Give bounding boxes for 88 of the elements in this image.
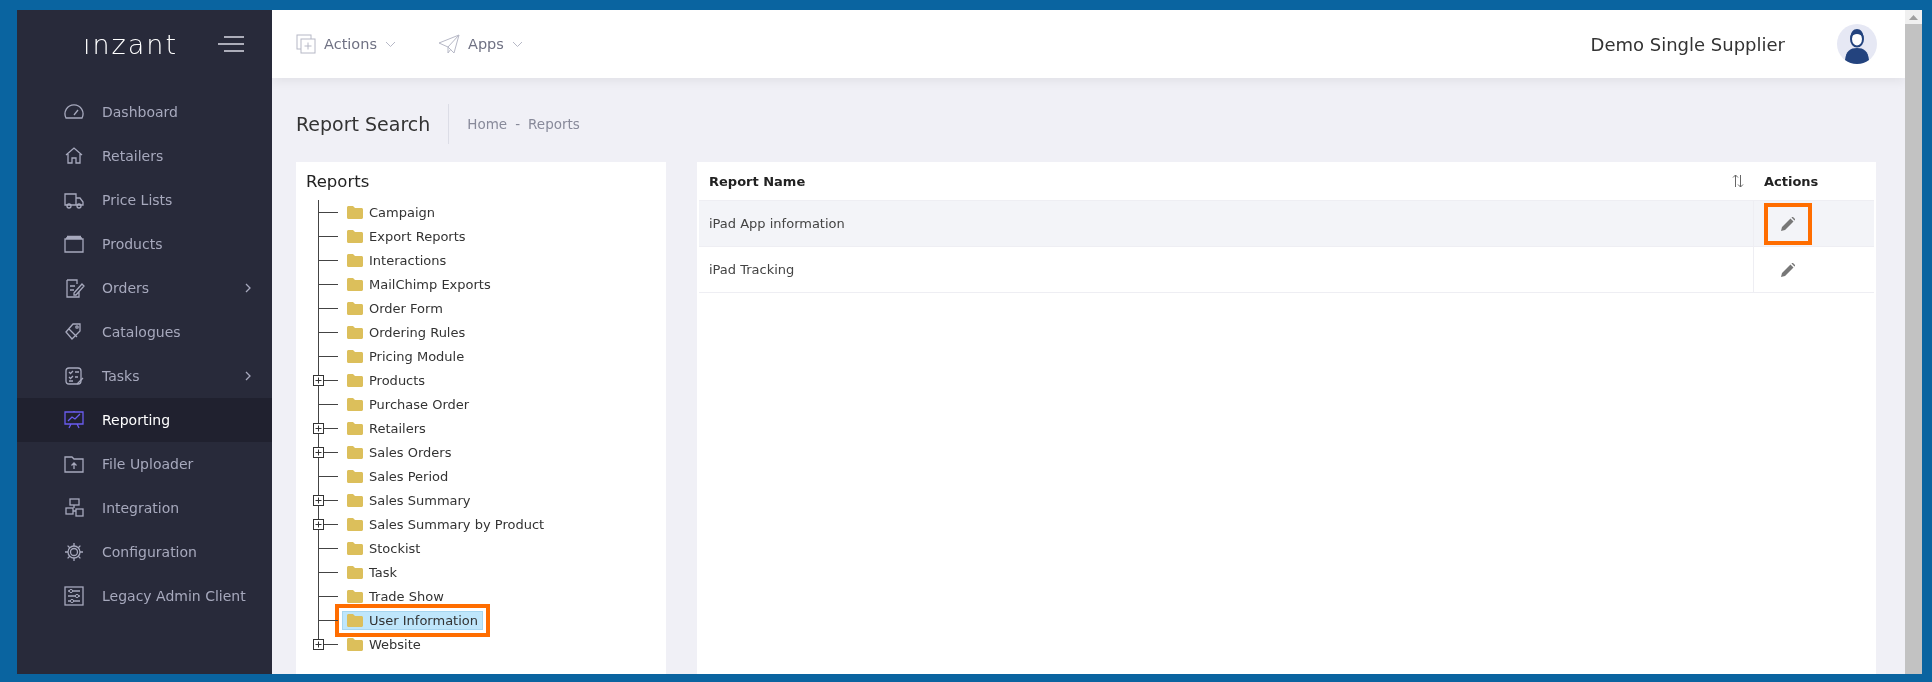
sort-icon <box>1732 174 1744 188</box>
chevron-down-icon <box>511 40 523 48</box>
folder-icon <box>347 397 363 411</box>
folder-icon <box>347 325 363 339</box>
sidebar-item[interactable]: Dashboard <box>17 90 272 134</box>
avatar-icon[interactable] <box>1837 24 1877 64</box>
folder-icon <box>347 445 363 459</box>
table-row[interactable]: iPad App information <box>699 201 1874 247</box>
tree-title: Reports <box>306 171 371 193</box>
sidebar-item[interactable]: Products <box>17 222 272 266</box>
sidebar-item[interactable]: Tasks <box>17 354 272 398</box>
sidebar-item[interactable]: Legacy Admin Client <box>17 574 272 618</box>
page-title: Report Search <box>296 104 450 144</box>
window-icon <box>63 233 85 255</box>
user-name: Demo Single Supplier <box>1590 33 1785 55</box>
tree-item[interactable]: Website <box>342 634 426 654</box>
sidebar-item[interactable]: File Uploader <box>17 442 272 486</box>
expand-icon[interactable] <box>313 519 324 530</box>
pencil-icon <box>1781 262 1795 277</box>
stacked-squares-icon <box>296 34 316 54</box>
folder-icon <box>347 565 363 579</box>
menu-button[interactable]: Actions <box>296 34 396 54</box>
folder-icon <box>347 589 363 603</box>
house-icon <box>63 145 85 167</box>
menu-button[interactable]: Apps <box>437 34 523 54</box>
folder-icon <box>347 541 363 555</box>
folder-icon <box>347 373 363 387</box>
expand-icon[interactable] <box>313 447 324 458</box>
sidebar-item[interactable]: Orders <box>17 266 272 310</box>
tree-item[interactable]: Trade Show <box>342 586 449 606</box>
table-cell-text: iPad Tracking <box>708 261 796 279</box>
document-pen-icon <box>63 277 85 299</box>
folder-icon <box>347 517 363 531</box>
column-header[interactable]: Report Name <box>699 162 1754 200</box>
logo: ınzant <box>83 28 179 60</box>
tree-item[interactable]: MailChimp Exports <box>342 274 496 294</box>
table-cell-text: iPad App information <box>708 215 846 233</box>
folder-icon <box>347 349 363 363</box>
tree-item[interactable]: Order Form <box>342 298 448 318</box>
menu-icon[interactable] <box>218 35 244 53</box>
sidebar-item[interactable]: Integration <box>17 486 272 530</box>
table-row[interactable]: iPad Tracking <box>699 247 1874 293</box>
folder-icon <box>347 205 363 219</box>
breadcrumb-separator: - <box>515 116 521 132</box>
tree-item[interactable]: Export Reports <box>342 226 471 246</box>
paper-plane-icon <box>437 34 460 54</box>
sidebar-item[interactable]: Reporting <box>17 398 272 442</box>
sidebar-item[interactable]: Catalogues <box>17 310 272 354</box>
folder-icon <box>347 253 363 267</box>
column-header: Actions <box>1763 172 1820 191</box>
tree-item[interactable]: Campaign <box>342 202 441 222</box>
folder-icon <box>347 493 363 507</box>
scrollbar[interactable] <box>1905 10 1922 674</box>
gear-icon <box>63 541 85 563</box>
folder-icon <box>347 637 363 651</box>
tree-item[interactable]: Interactions <box>342 250 452 270</box>
chevron-down-icon <box>384 40 396 48</box>
tree-item[interactable]: Sales Summary <box>342 490 476 510</box>
expand-icon[interactable] <box>313 375 324 386</box>
pencil-icon <box>1781 216 1795 231</box>
folder-icon <box>347 301 363 315</box>
tree-item[interactable]: Purchase Order <box>342 394 475 414</box>
folder-icon <box>347 277 363 291</box>
sidebar-item[interactable]: Retailers <box>17 134 272 178</box>
sidebar-item[interactable]: Price Lists <box>17 178 272 222</box>
tree-item[interactable]: Task <box>342 562 403 582</box>
folder-icon <box>347 613 363 627</box>
chart-board-icon <box>63 409 85 431</box>
network-icon <box>63 497 85 519</box>
checklist-icon <box>63 365 85 387</box>
folder-upload-icon <box>63 453 85 475</box>
tree-item[interactable]: Retailers <box>342 418 431 438</box>
tree-item[interactable]: Stockist <box>342 538 426 558</box>
tree-item[interactable]: Ordering Rules <box>342 322 471 342</box>
scroll-up-icon <box>1909 14 1918 20</box>
expand-icon[interactable] <box>313 495 324 506</box>
tree-item[interactable]: Pricing Module <box>342 346 470 366</box>
sidebar-item[interactable]: Configuration <box>17 530 272 574</box>
tree-item[interactable]: Products <box>342 370 431 390</box>
tree-item[interactable]: Sales Period <box>342 466 454 486</box>
tree-item[interactable]: Sales Orders <box>342 442 457 462</box>
tree-item[interactable]: Sales Summary by Product <box>342 514 550 534</box>
folder-icon <box>347 421 363 435</box>
sliders-icon <box>63 585 85 607</box>
expand-icon[interactable] <box>313 639 324 650</box>
expand-icon[interactable] <box>313 423 324 434</box>
folder-icon <box>347 469 363 483</box>
folder-icon <box>347 229 363 243</box>
